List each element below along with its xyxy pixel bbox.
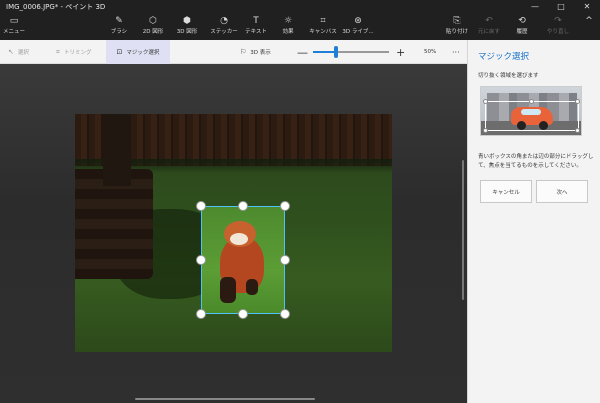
library-3d-button[interactable]: ⊛ 3D ライブ...: [340, 15, 376, 39]
sticker-label: ステッカー: [210, 29, 238, 35]
selection-handle-right[interactable]: [280, 255, 290, 265]
menu-button[interactable]: ▭ メニュー: [2, 15, 26, 39]
illustration-handle: [529, 99, 534, 104]
vertical-scrollbar[interactable]: [462, 160, 464, 300]
selection-handle-top-left[interactable]: [196, 201, 206, 211]
zoom-percent: 50%: [424, 49, 437, 55]
paste-icon: ⎘: [453, 16, 461, 26]
brush-icon: ✎: [115, 16, 123, 26]
paste-button[interactable]: ⎘ 貼り付け: [444, 15, 470, 39]
selection-handle-left[interactable]: [196, 255, 206, 265]
shapes-3d-button[interactable]: ⬢ 3D 図形: [174, 15, 200, 39]
redo-label: やり直し: [546, 29, 569, 35]
crop-tool[interactable]: ⌗ トリミング: [56, 40, 91, 64]
text-label: テキスト: [245, 29, 267, 35]
history-button[interactable]: ⟲ 履歴: [511, 15, 533, 39]
window-title: IMG_0006.JPG* - ペイント 3D: [6, 3, 106, 11]
selection-handle-top[interactable]: [238, 201, 248, 211]
shapes-3d-label: 3D 図形: [176, 29, 198, 35]
illustration-handle: [483, 128, 488, 133]
illustration-handle: [575, 128, 580, 133]
panel-title: マジック選択: [478, 52, 530, 62]
select-label: 選択: [17, 50, 29, 56]
shapes-2d-label: 2D 図形: [142, 29, 164, 35]
zoom-slider-thumb[interactable]: [333, 46, 338, 58]
zoom-out-button[interactable]: —: [297, 40, 308, 64]
magic-selection-box[interactable]: [201, 206, 285, 314]
pointer-icon: ↖: [8, 48, 14, 56]
more-options-button[interactable]: ···: [452, 40, 460, 64]
title-ribbon-bar: IMG_0006.JPG* - ペイント 3D — □ ✕ ▭ メニュー ✎ ブ…: [0, 0, 600, 40]
undo-button[interactable]: ↶ 元に戻す: [476, 15, 502, 39]
magic-select-icon: ⊡: [116, 48, 123, 56]
red-panda-leg: [220, 277, 236, 303]
window-controls: — □ ✕: [522, 0, 600, 14]
zoom-slider-fill: [313, 51, 336, 53]
magic-select-panel: マジック選択 切り抜く領域を選びます 青いボックスの角または辺の部分にドラッグし…: [467, 40, 600, 403]
cancel-button[interactable]: キャンセル: [480, 180, 532, 203]
brush-button[interactable]: ✎ ブラシ: [108, 15, 130, 39]
panel-description: 青いボックスの角または辺の部分にドラッグして、焦点を当てるものを示してください。: [478, 154, 594, 169]
zoom-in-button[interactable]: +: [396, 40, 405, 64]
paste-label: 貼り付け: [445, 29, 468, 35]
tutorial-illustration: [480, 86, 582, 136]
view-3d-toggle[interactable]: ⚐ 3D 表示: [240, 40, 271, 64]
effects-button[interactable]: ☼ 効果: [279, 15, 297, 39]
selection-handle-top-right[interactable]: [280, 201, 290, 211]
canvas-label: キャンバス: [309, 29, 337, 35]
close-button[interactable]: ✕: [574, 0, 600, 14]
redo-button[interactable]: ↷ やり直し: [545, 15, 571, 39]
shapes-2d-button[interactable]: ⬡ 2D 図形: [140, 15, 166, 39]
illustration-selection-box: [485, 101, 579, 131]
history-label: 履歴: [516, 29, 528, 35]
next-button[interactable]: 次へ: [536, 180, 588, 203]
undo-label: 元に戻す: [477, 29, 500, 35]
illustration-handle: [575, 99, 580, 104]
cube-icon: ⬢: [183, 16, 191, 26]
view-3d-label: 3D 表示: [250, 50, 271, 56]
library-3d-label: 3D ライブ...: [342, 29, 374, 35]
red-panda-face: [230, 233, 248, 245]
effects-icon: ☼: [283, 16, 293, 26]
selection-handle-bottom-left[interactable]: [196, 309, 206, 319]
collapse-ribbon-button[interactable]: ^: [582, 15, 596, 39]
hamburger-icon: ▭: [9, 16, 19, 26]
canvas-button[interactable]: ⌗ キャンバス: [309, 15, 337, 39]
crop-label: トリミング: [63, 50, 92, 56]
minimize-button[interactable]: —: [522, 0, 548, 14]
undo-icon: ↶: [485, 16, 493, 26]
canvas-icon: ⌗: [320, 16, 326, 26]
illustration-handle: [483, 99, 488, 104]
horizontal-scrollbar[interactable]: [135, 398, 315, 400]
brush-label: ブラシ: [110, 29, 128, 35]
selection-handle-bottom[interactable]: [238, 309, 248, 319]
shapes-2d-icon: ⬡: [149, 16, 157, 26]
chevron-up-icon: ^: [585, 16, 593, 26]
menu-label: メニュー: [2, 29, 25, 35]
sticker-button[interactable]: ◔ ステッカー: [207, 15, 241, 39]
magic-select-tool[interactable]: ⊡ マジック選択: [106, 40, 170, 64]
text-button[interactable]: T テキスト: [244, 15, 268, 39]
selection-handle-bottom-right[interactable]: [280, 309, 290, 319]
redo-icon: ↷: [554, 16, 562, 26]
select-tool[interactable]: ↖ 選択: [8, 40, 29, 64]
panel-hint: 切り抜く領域を選びます: [478, 73, 539, 79]
zoom-slider[interactable]: [313, 46, 389, 58]
magic-select-label: マジック選択: [126, 50, 160, 56]
sticker-icon: ◔: [220, 16, 228, 26]
library-3d-icon: ⊛: [354, 16, 362, 26]
maximize-button[interactable]: □: [548, 0, 574, 14]
text-icon: T: [253, 16, 259, 26]
flag-icon: ⚐: [240, 48, 247, 56]
red-panda-leg: [246, 279, 258, 295]
history-icon: ⟲: [518, 16, 526, 26]
crop-icon: ⌗: [56, 47, 60, 56]
effects-label: 効果: [282, 29, 294, 35]
